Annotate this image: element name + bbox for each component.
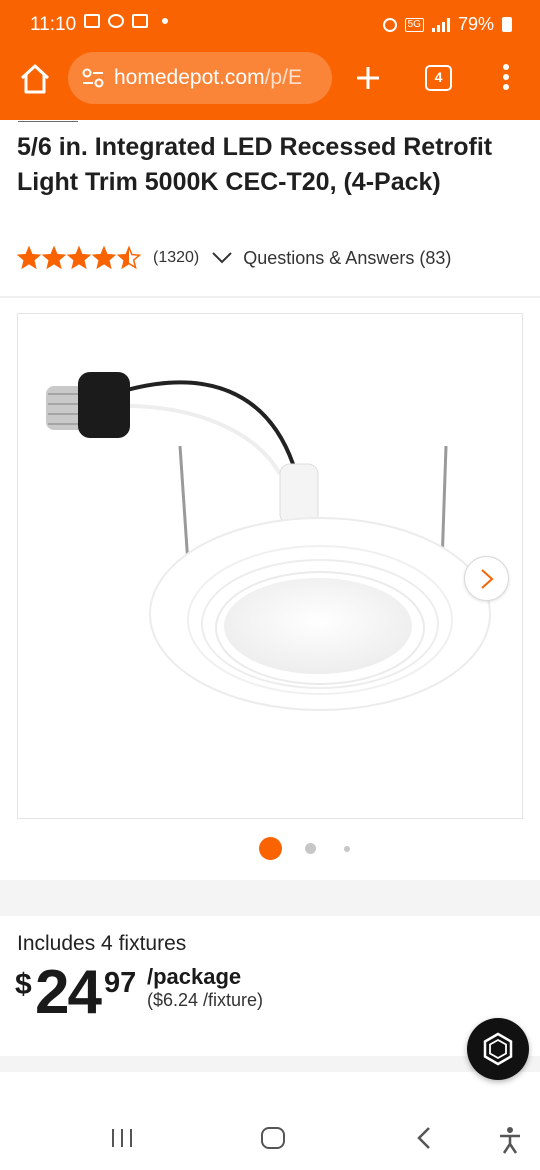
- rating-row[interactable]: (1320) Questions & Answers (83): [17, 244, 451, 272]
- system-navigation-bar: [0, 1112, 540, 1170]
- pagination-dot[interactable]: [344, 846, 350, 852]
- address-text: homedepot.com/p/E: [114, 66, 324, 90]
- pagination-dot-active[interactable]: [259, 837, 282, 860]
- hexagon-assistant-icon: [483, 1032, 513, 1066]
- price-cents: 97: [104, 967, 137, 999]
- review-count[interactable]: (1320): [153, 249, 199, 267]
- section-divider: [0, 296, 540, 298]
- address-domain: homedepot.com: [114, 66, 265, 89]
- rating-stars: [17, 246, 141, 270]
- chevron-right-icon: [481, 569, 494, 589]
- status-system-icons: 5G 79%: [382, 14, 512, 35]
- back-icon[interactable]: [414, 1126, 434, 1150]
- section-separator: [0, 880, 540, 916]
- browser-chrome: 11:10 5G 79% homedepot.com/p/E 4: [0, 0, 540, 120]
- address-field[interactable]: homedepot.com/p/E: [68, 52, 332, 104]
- assistant-button[interactable]: [467, 1018, 529, 1080]
- recent-apps-icon[interactable]: [110, 1128, 134, 1148]
- product-title: 5/6 in. Integrated LED Recessed Retrofit…: [17, 133, 493, 196]
- more-menu-icon[interactable]: [496, 64, 516, 94]
- status-time: 11:10: [30, 14, 77, 35]
- new-tab-icon[interactable]: [354, 64, 382, 92]
- includes-fixtures-text: Includes 4 fixtures: [17, 932, 187, 955]
- home-icon[interactable]: [18, 62, 52, 96]
- recessed-light-illustration: [46, 372, 491, 711]
- battery-icon: [502, 17, 512, 32]
- accessibility-icon[interactable]: [498, 1126, 522, 1154]
- price-per-fixture: ($6.24 /fixture): [147, 990, 264, 1010]
- next-card: [0, 1072, 540, 1112]
- tab-switcher-button[interactable]: 4: [425, 65, 452, 91]
- alarm-icon: [382, 17, 397, 32]
- address-path: /p/E: [264, 66, 302, 89]
- network-type-badge: 5G: [404, 17, 424, 32]
- star-icon: [17, 246, 41, 270]
- star-icon: [42, 246, 66, 270]
- fan-notification-icon: [108, 14, 124, 28]
- section-separator: [0, 1056, 540, 1072]
- url-bar: homedepot.com/p/E 4: [0, 50, 540, 110]
- star-icon: [92, 246, 116, 270]
- more-notifications-dot-icon: [162, 18, 168, 24]
- pagination-dot[interactable]: [305, 843, 316, 854]
- product-image[interactable]: [17, 313, 523, 819]
- status-bar: 11:10 5G 79%: [0, 0, 540, 50]
- signal-icon: [431, 17, 450, 32]
- price-unit: /package: [147, 964, 242, 989]
- battery-percent: 79%: [457, 14, 494, 34]
- price-whole: 24: [35, 958, 102, 1027]
- status-notification-icons: [84, 14, 168, 28]
- next-image-button[interactable]: [464, 556, 509, 601]
- questions-answers-link[interactable]: Questions & Answers (83): [243, 248, 451, 269]
- price-currency: $: [15, 968, 32, 1001]
- calendar-notification-icon: [132, 14, 148, 28]
- star-icon: [117, 246, 141, 270]
- chevron-down-icon[interactable]: [211, 251, 233, 265]
- brand-name-cut-off: ———: [18, 110, 78, 122]
- site-settings-icon[interactable]: [82, 68, 104, 88]
- home-nav-icon[interactable]: [261, 1127, 285, 1149]
- image-pagination: [0, 836, 540, 860]
- gallery-notification-icon: [84, 14, 100, 28]
- star-icon: [67, 246, 91, 270]
